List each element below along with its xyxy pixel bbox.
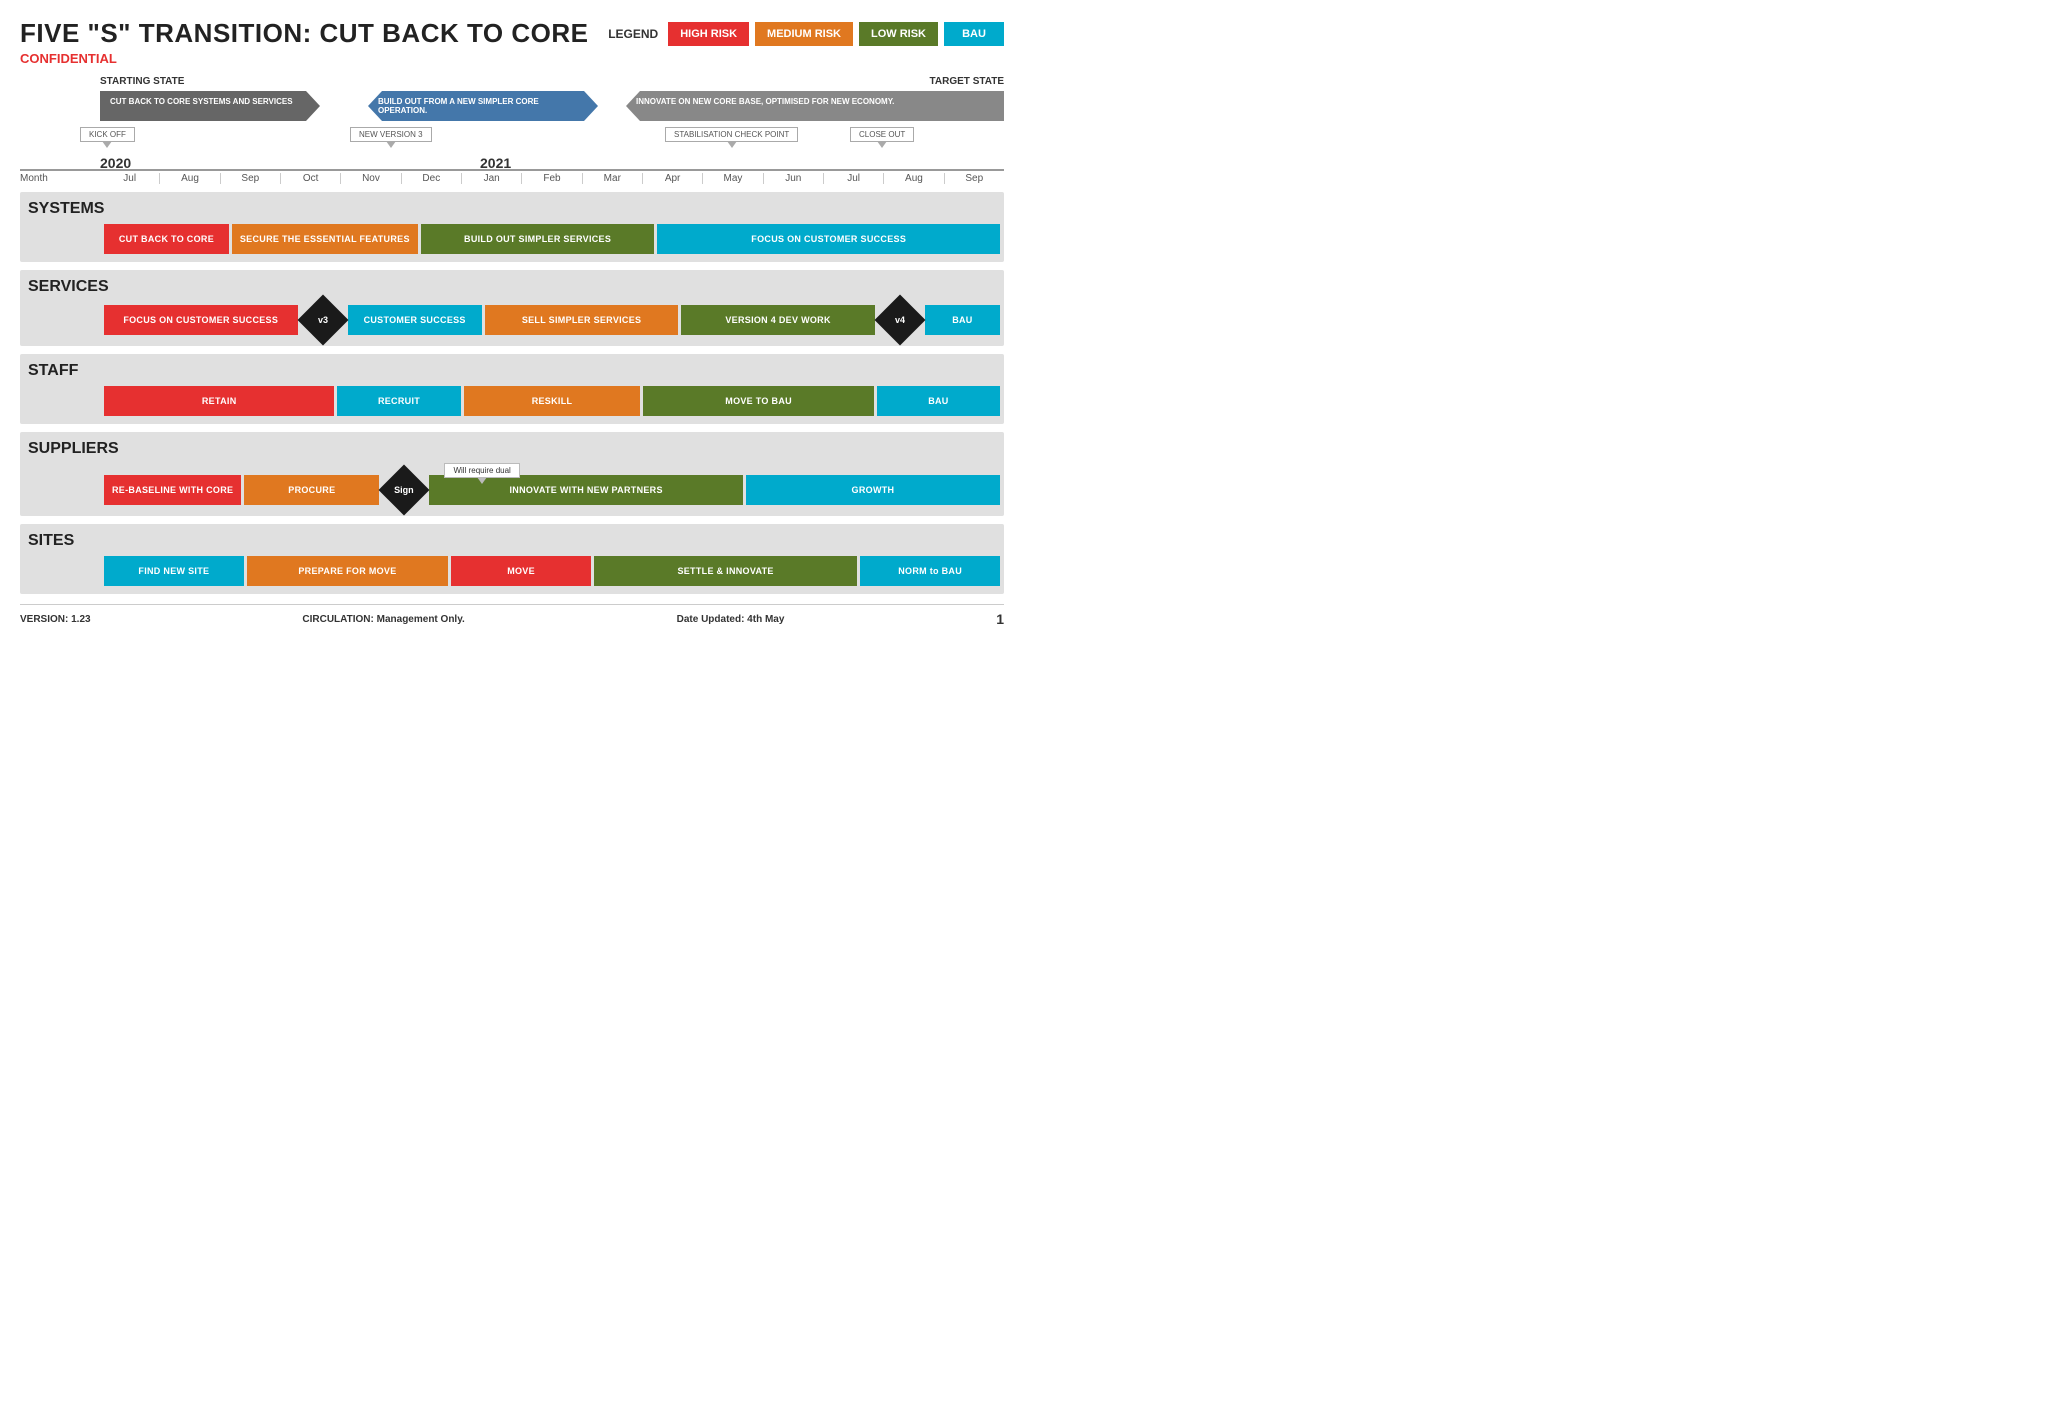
systems-section: SYSTEMS CUT BACK TO CORE SECURE THE ESSE…	[20, 192, 1004, 262]
suppliers-title: SUPPLIERS	[24, 440, 1000, 458]
month-feb: Feb	[522, 173, 582, 184]
services-bar-focus: FOCUS ON CUSTOMER SUCCESS	[104, 305, 298, 335]
legend-bau: BAU	[944, 22, 1004, 46]
legend-medium-risk: MEDIUM RISK	[755, 22, 853, 46]
month-dec: Dec	[402, 173, 462, 184]
sites-title: SITES	[24, 532, 1000, 550]
target-state-label: TARGET STATE	[930, 76, 1004, 87]
year-2020: 2020	[100, 155, 131, 171]
month-jun: Jun	[764, 173, 824, 184]
sign-diamond: Sign	[379, 465, 430, 516]
callout-kick-off: KICK OFF	[80, 127, 135, 142]
month-apr: Apr	[643, 173, 703, 184]
systems-bar-build-out: BUILD OUT SIMPLER SERVICES	[421, 224, 655, 254]
month-oct: Oct	[281, 173, 341, 184]
month-header-label: Month	[20, 173, 48, 184]
footer-circulation: CIRCULATION: Management Only.	[302, 614, 464, 625]
staff-section: STAFF RETAIN RECRUIT RESKILL MOVE TO BAU…	[20, 354, 1004, 424]
month-sep2: Sep	[945, 173, 1004, 184]
services-bar-v4dev: VERSION 4 DEV WORK	[681, 305, 875, 335]
staff-bar-recruit: RECRUIT	[337, 386, 460, 416]
systems-bar-secure: SECURE THE ESSENTIAL FEATURES	[232, 224, 418, 254]
months-row: Jul Aug Sep Oct Nov Dec Jan Feb Mar Apr …	[100, 173, 1004, 184]
footer-date: Date Updated: 4th May	[677, 614, 785, 625]
systems-title: SYSTEMS	[24, 200, 1000, 218]
month-mar: Mar	[583, 173, 643, 184]
title-block: FIVE "S" TRANSITION: CUT BACK TO CORE CO…	[20, 18, 588, 66]
callout-close-out: CLOSE OUT	[850, 127, 914, 142]
services-bar-sell: SELL SIMPLER SERVICES	[485, 305, 679, 335]
month-sep: Sep	[221, 173, 281, 184]
v4-label: v4	[895, 315, 905, 325]
footer-page: 1	[996, 611, 1004, 627]
sites-section: SITES FIND NEW SITE PREPARE FOR MOVE MOV…	[20, 524, 1004, 594]
services-bar-customer: CUSTOMER SUCCESS	[348, 305, 482, 335]
services-bar-bau: BAU	[925, 305, 1000, 335]
staff-bar-reskill: RESKILL	[464, 386, 641, 416]
banner-innovate: INNOVATE ON NEW CORE BASE, OPTIMISED FOR…	[626, 91, 1004, 121]
sign-label: Sign	[395, 485, 415, 495]
suppliers-section: SUPPLIERS Will require dual RE-BASELINE …	[20, 432, 1004, 516]
month-aug: Aug	[160, 173, 220, 184]
services-section: SERVICES FOCUS ON CUSTOMER SUCCESS v3 CU…	[20, 270, 1004, 346]
sites-bar-prepare: PREPARE FOR MOVE	[247, 556, 449, 586]
sites-bar-find: FIND NEW SITE	[104, 556, 244, 586]
systems-bar-focus: FOCUS ON CUSTOMER SUCCESS	[657, 224, 1000, 254]
suppliers-bar-growth: GROWTH	[746, 475, 1000, 505]
banner-build-out: BUILD OUT FROM A NEW SIMPLER CORE OPERAT…	[368, 91, 598, 121]
legend-low-risk: LOW RISK	[859, 22, 938, 46]
footer-version: VERSION: 1.23	[20, 614, 91, 625]
month-aug2: Aug	[884, 173, 944, 184]
sites-bar-move: MOVE	[451, 556, 591, 586]
callout-stabilisation: STABILISATION CHECK POINT	[665, 127, 798, 142]
v3-diamond: v3	[297, 295, 348, 346]
staff-bar-move-bau: MOVE TO BAU	[643, 386, 873, 416]
suppliers-bar-rebaseline: RE-BASELINE WITH CORE	[104, 475, 241, 505]
page-title: FIVE "S" TRANSITION: CUT BACK TO CORE	[20, 18, 588, 49]
callout-new-version-3: NEW VERSION 3	[350, 127, 432, 142]
month-jan: Jan	[462, 173, 522, 184]
legend-high-risk: HIGH RISK	[668, 22, 749, 46]
page-header: FIVE "S" TRANSITION: CUT BACK TO CORE CO…	[20, 18, 1004, 66]
month-nov: Nov	[341, 173, 401, 184]
sites-bar-settle: SETTLE & INNOVATE	[594, 556, 857, 586]
confidential-label: CONFIDENTIAL	[20, 51, 588, 66]
staff-bar-bau: BAU	[877, 386, 1000, 416]
v3-label: v3	[317, 315, 327, 325]
month-jul: Jul	[100, 173, 160, 184]
sites-bar-norm-bau: NORM to BAU	[860, 556, 1000, 586]
staff-title: STAFF	[24, 362, 1000, 380]
suppliers-callout: Will require dual	[444, 460, 519, 478]
systems-bar-cut-back: CUT BACK TO CORE	[104, 224, 229, 254]
starting-state-label: STARTING STATE	[100, 76, 184, 87]
year-2021: 2021	[480, 155, 511, 171]
month-jul2: Jul	[824, 173, 884, 184]
legend-label: LEGEND	[608, 27, 658, 41]
staff-bar-retain: RETAIN	[104, 386, 334, 416]
banner-cut-back: CUT BACK TO CORE SYSTEMS AND SERVICES	[100, 91, 320, 121]
services-title: SERVICES	[24, 278, 1000, 296]
legend: LEGEND HIGH RISK MEDIUM RISK LOW RISK BA…	[608, 22, 1004, 46]
v4-diamond: v4	[874, 295, 925, 346]
suppliers-bar-procure: PROCURE	[244, 475, 379, 505]
page-footer: VERSION: 1.23 CIRCULATION: Management On…	[20, 604, 1004, 627]
month-may: May	[703, 173, 763, 184]
